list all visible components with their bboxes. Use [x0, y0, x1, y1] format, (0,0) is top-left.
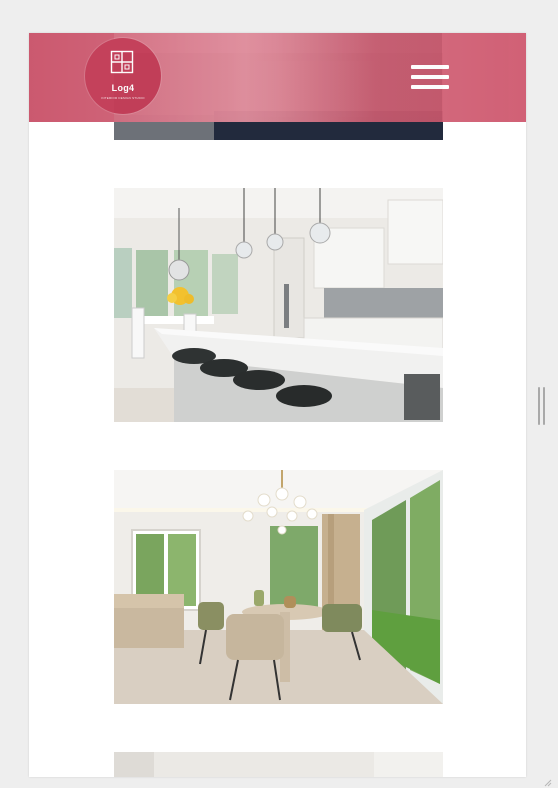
hamburger-menu-icon[interactable] — [411, 65, 451, 93]
dining-room-photo — [114, 470, 443, 704]
resize-grip-icon[interactable] — [544, 779, 552, 787]
header-image-overlay — [114, 33, 442, 122]
site-logo[interactable]: Log4 INTERIOR DESIGN STUDIO — [85, 38, 161, 114]
kitchen-photo — [114, 188, 443, 422]
window-grid-icon — [110, 50, 134, 74]
scrollbar-handle[interactable] — [537, 387, 546, 425]
gallery-image-partial[interactable] — [114, 752, 443, 777]
partial-photo — [114, 752, 443, 777]
site-header: Log4 INTERIOR DESIGN STUDIO — [29, 33, 526, 122]
logo-tagline: INTERIOR DESIGN STUDIO — [101, 96, 145, 100]
menu-bar — [411, 85, 449, 89]
gallery-image-dining-room[interactable] — [114, 470, 443, 704]
logo-name: Log4 — [111, 83, 135, 93]
grip-line — [538, 387, 540, 425]
grip-line — [543, 387, 545, 425]
page-frame: Log4 INTERIOR DESIGN STUDIO — [29, 33, 526, 777]
gallery-image-kitchen[interactable] — [114, 188, 443, 422]
menu-bar — [411, 65, 449, 69]
menu-bar — [411, 75, 449, 79]
